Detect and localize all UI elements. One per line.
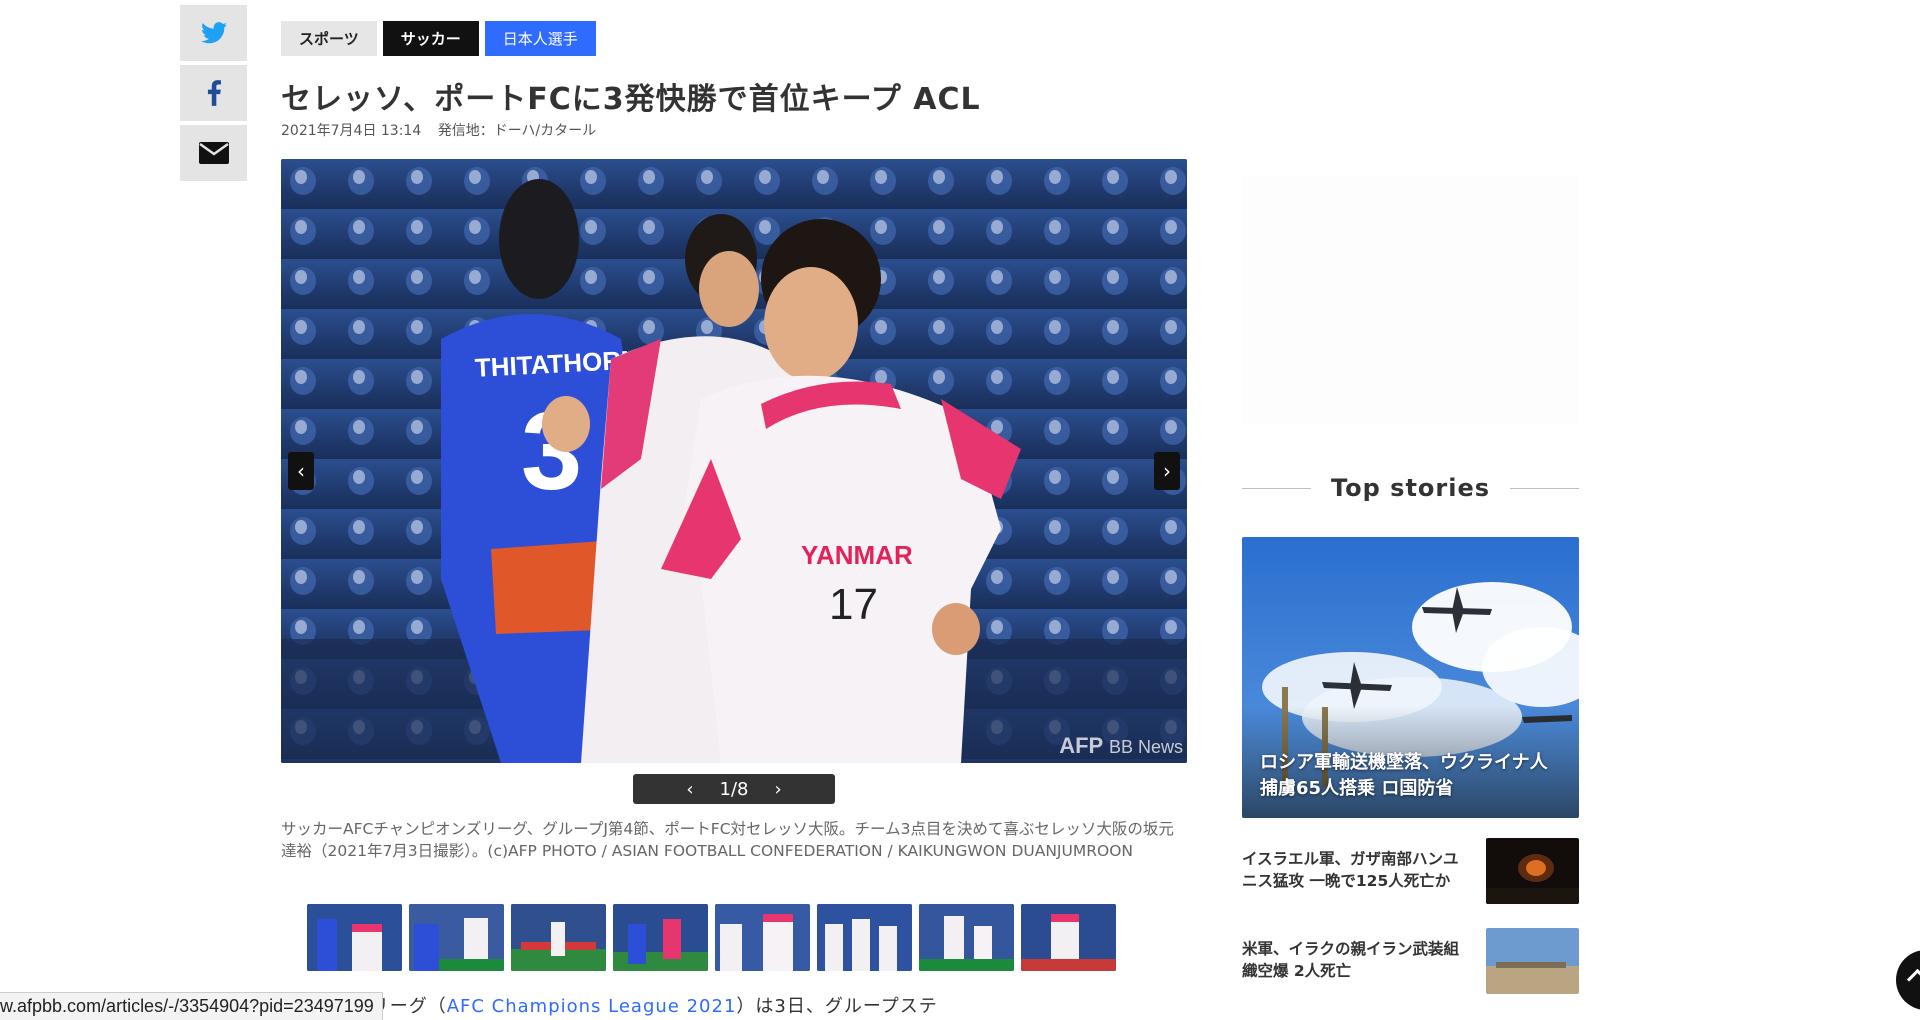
pager-next-button[interactable]: › [774,779,781,800]
thumbnail-4[interactable] [613,904,708,971]
twitter-share-button[interactable] [180,5,247,61]
photo-prev-button[interactable]: ‹ [288,452,314,490]
story-title-line-2: ニス猛攻 一晩で125人死亡か [1242,872,1451,890]
photo-credit: AFP BB News [1059,733,1183,759]
share-bar [180,5,247,185]
article-title: セレッソ、ポートFCに3発快勝で首位キープ ACL [281,82,981,117]
story-title: イスラエル軍、ガザ南部ハンユ ニス猛攻 一晩で125人死亡か [1242,838,1472,906]
feature-title-line-2: 捕虜65人搭乗 ロ国防省 [1260,778,1454,799]
article-date: 2021年7月4日 13:14 [281,123,422,139]
thumbnail-7[interactable] [919,904,1014,971]
story-title-line-1: イスラエル軍、ガザ南部ハンユ [1242,850,1459,868]
article-location: 発信地：ドーハ/カタール [437,123,597,139]
feature-title-line-1: ロシア軍輸送機墜落、ウクライナ人 [1260,752,1548,773]
pager-prev-button[interactable]: ‹ [686,779,693,800]
tag-sports[interactable]: スポーツ [281,21,377,56]
story-title: 米軍、イラクの親イラン武装組 織空爆 2人死亡 [1242,928,1472,996]
photo-pager: ‹ 1/8 › [633,774,835,804]
ad-placeholder [1242,175,1579,425]
divider [1242,487,1311,489]
photo-caption: サッカーAFCチャンピオンズリーグ、グループJ第4節、ポートFC対セレッソ大阪。… [281,820,1174,860]
article-meta: 2021年7月4日 13:14 発信地：ドーハ/カタール [281,120,596,140]
chevron-right-icon: › [1163,459,1171,483]
story-item[interactable]: イスラエル軍、ガザ南部ハンユ ニス猛攻 一晩で125人死亡か [1242,838,1579,906]
story-thumbnail [1486,928,1579,994]
divider [1510,487,1580,489]
facebook-share-button[interactable] [180,65,247,121]
story-item[interactable]: 米軍、イラクの親イラン武装組 織空爆 2人死亡 [1242,928,1579,996]
chevron-left-icon: ‹ [297,459,305,483]
feature-story-title: ロシア軍輸送機墜落、ウクライナ人 捕虜65人搭乗 ロ国防省 [1260,750,1548,802]
status-bar-url: w.afpbb.com/articles/-/3354904?pid=23497… [0,992,383,1020]
sponsor-text: YANMAR [801,540,913,570]
credit-bbnews-text: BB News [1108,737,1183,757]
scroll-to-top-button[interactable] [1896,950,1920,1010]
photo-next-button[interactable]: › [1154,452,1180,490]
soccer-celebration-photo: THITATHORN 3 YANMAR 17 [281,159,1187,763]
story-thumbnail [1486,838,1579,904]
afc-champions-league-link[interactable]: AFC Champions League 2021 [447,996,737,1017]
tag-soccer[interactable]: サッカー [382,21,479,56]
facebook-f-icon [207,80,221,106]
story-title-line-2: 織空爆 2人死亡 [1242,962,1352,980]
tag-list: スポーツ サッカー 日本人選手 [281,21,596,56]
thumbnail-2[interactable] [409,904,504,971]
top-stories-title: Top stories [1330,474,1491,502]
page: スポーツ サッカー 日本人選手 セレッソ、ポートFCに3発快勝で首位キープ AC… [0,0,1920,1020]
pager-count: 1/8 [719,778,749,800]
tag-japanese-players[interactable]: 日本人選手 [484,21,596,56]
mail-share-button[interactable] [180,125,247,181]
thumbnail-8[interactable] [1021,904,1116,971]
feature-story[interactable]: ロシア軍輸送機墜落、ウクライナ人 捕虜65人搭乗 ロ国防省 [1242,537,1579,818]
twitter-bird-icon [200,22,227,44]
thumbnail-1[interactable] [307,904,402,971]
top-stories-heading: Top stories [1242,474,1580,502]
main-photo[interactable]: THITATHORN 3 YANMAR 17 AFP BB News ‹ › [281,159,1187,763]
thumbnail-5[interactable] [715,904,810,971]
credit-afp-text: AFP [1059,733,1103,758]
thumbnail-strip [307,904,1116,971]
body-text-end: ）は3日、グループステ [736,996,938,1017]
story-title-line-1: 米軍、イラクの親イラン武装組 [1242,940,1460,958]
svg-text:17: 17 [829,580,878,629]
thumbnail-3[interactable] [511,904,606,971]
thumbnail-6[interactable] [817,904,912,971]
envelope-icon [198,142,229,164]
